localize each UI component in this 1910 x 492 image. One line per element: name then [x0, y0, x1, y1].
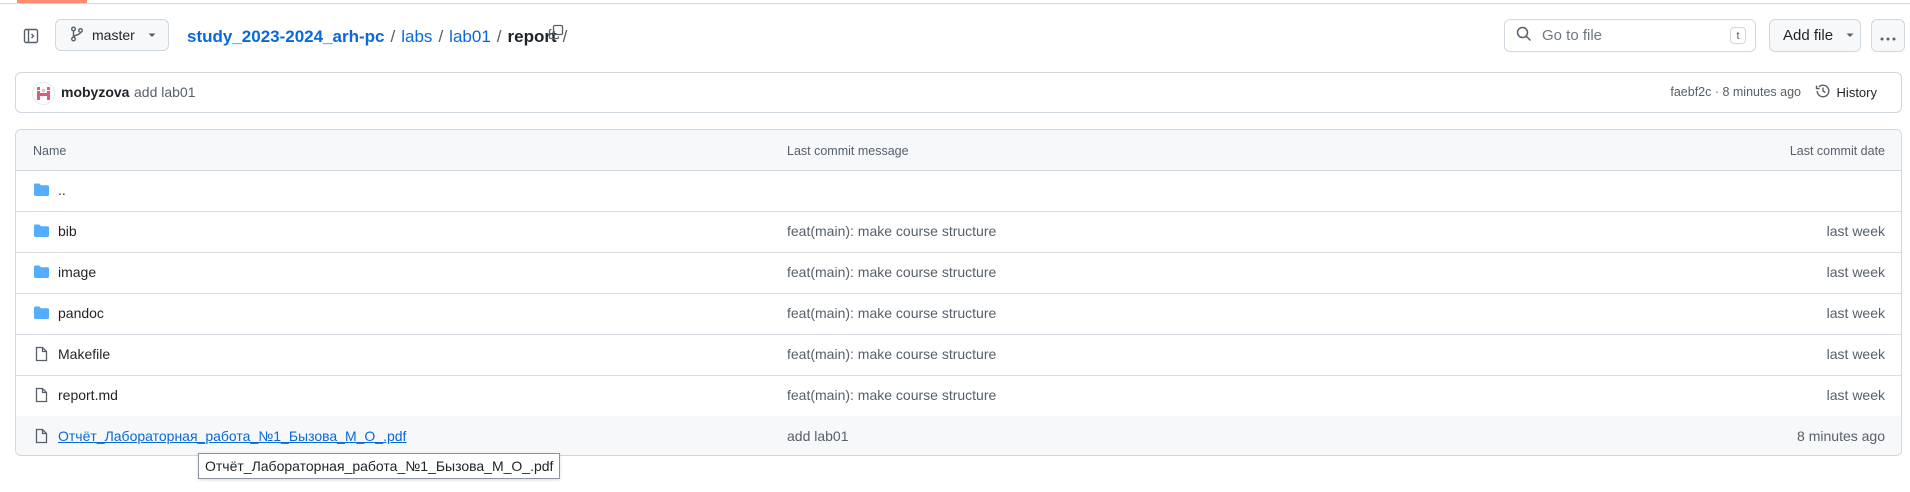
commit-date: last week — [1826, 223, 1885, 239]
commit-message-link[interactable]: feat(main): make course structure — [787, 387, 996, 403]
top-border — [0, 0, 1910, 4]
breadcrumb-repo-link[interactable]: study_2023-2024_arh-pc — [187, 27, 385, 47]
breadcrumb-separator: / — [438, 27, 444, 46]
commit-date: 8 minutes ago — [1797, 428, 1885, 444]
go-to-file-input[interactable]: Go to file t — [1504, 19, 1756, 52]
more-options-button[interactable] — [1871, 19, 1905, 52]
file-navigation-bar: master study_2023-2024_arh-pc / labs / l… — [0, 15, 1910, 57]
column-header-date: Last commit date — [1789, 144, 1885, 158]
breadcrumb-lab01-link[interactable]: lab01 — [449, 27, 491, 47]
folder-icon — [33, 305, 50, 321]
latest-commit-bar: mobyzova add lab01 faebf2c · 8 minutes a… — [15, 72, 1902, 113]
file-name-link[interactable]: report.md — [58, 387, 118, 403]
parent-directory-link[interactable]: .. — [58, 182, 66, 198]
chevron-down-icon — [1845, 27, 1855, 44]
history-label: History — [1836, 85, 1877, 100]
commit-message-link[interactable]: feat(main): make course structure — [787, 264, 996, 280]
table-row[interactable]: Makefile feat(main): make course structu… — [16, 334, 1901, 376]
filename-tooltip: Отчёт_Лабораторная_работа_№1_Бызова_М_О_… — [198, 453, 561, 479]
file-name-link[interactable]: Makefile — [58, 346, 110, 362]
breadcrumb-separator: / — [496, 27, 502, 46]
branch-selector-button[interactable]: master — [55, 19, 169, 51]
folder-icon — [33, 264, 50, 280]
table-row[interactable]: pandoc feat(main): make course structure… — [16, 293, 1901, 335]
git-branch-icon — [70, 26, 84, 45]
copy-path-icon[interactable] — [544, 20, 568, 44]
file-name-link[interactable]: bib — [58, 223, 77, 239]
file-table-header: Name Last commit message Last commit dat… — [16, 130, 1901, 171]
table-row[interactable]: image feat(main): make course structure … — [16, 252, 1901, 294]
file-icon — [33, 346, 50, 362]
search-placeholder: Go to file — [1542, 27, 1603, 44]
add-file-label: Add file — [1783, 27, 1834, 44]
breadcrumb-labs-link[interactable]: labs — [401, 27, 432, 47]
folder-icon — [33, 223, 50, 239]
breadcrumb-separator: / — [390, 27, 396, 46]
file-name-link[interactable]: Отчёт_Лабораторная_работа_№1_Бызова_М_О_… — [58, 428, 406, 444]
commit-date: last week — [1826, 264, 1885, 280]
commit-message-link[interactable]: add lab01 — [787, 428, 849, 444]
commit-date: last week — [1826, 346, 1885, 362]
file-name-link[interactable]: pandoc — [58, 305, 104, 321]
commit-date: last week — [1826, 305, 1885, 321]
add-file-button[interactable]: Add file — [1769, 19, 1861, 52]
commit-message-link[interactable]: feat(main): make course structure — [787, 346, 996, 362]
table-row[interactable]: Отчёт_Лабораторная_работа_№1_Бызова_М_О_… — [16, 416, 1901, 455]
folder-icon — [33, 182, 50, 198]
commit-author-link[interactable]: mobyzova — [61, 84, 129, 100]
commit-date: last week — [1826, 387, 1885, 403]
column-header-name: Name — [33, 144, 67, 158]
commit-hash-and-time[interactable]: faebf2c · 8 minutes ago — [1670, 85, 1801, 99]
file-name-link[interactable]: image — [58, 264, 96, 280]
keyboard-shortcut-hint: t — [1730, 27, 1746, 44]
file-icon — [33, 428, 50, 444]
search-icon — [1516, 26, 1532, 46]
breadcrumb: study_2023-2024_arh-pc / labs / lab01 / … — [187, 27, 573, 47]
avatar[interactable] — [32, 82, 55, 105]
column-header-message: Last commit message — [787, 144, 909, 158]
history-icon — [1815, 83, 1831, 102]
commit-message-link[interactable]: feat(main): make course structure — [787, 305, 996, 321]
active-tab-indicator — [17, 0, 87, 3]
kebab-horizontal-icon — [1880, 28, 1896, 44]
file-icon — [33, 387, 50, 403]
parent-directory-row[interactable]: .. — [16, 170, 1901, 212]
commit-message-link[interactable]: add lab01 — [134, 84, 196, 100]
file-table: Name Last commit message Last commit dat… — [15, 129, 1902, 456]
sidebar-toggle-icon[interactable] — [16, 21, 46, 51]
branch-name: master — [92, 27, 135, 43]
history-button[interactable]: History — [1815, 83, 1877, 102]
chevron-down-icon — [147, 27, 157, 43]
table-row[interactable]: bib feat(main): make course structure la… — [16, 211, 1901, 253]
commit-message-link[interactable]: feat(main): make course structure — [787, 223, 996, 239]
table-row[interactable]: report.md feat(main): make course struct… — [16, 375, 1901, 417]
